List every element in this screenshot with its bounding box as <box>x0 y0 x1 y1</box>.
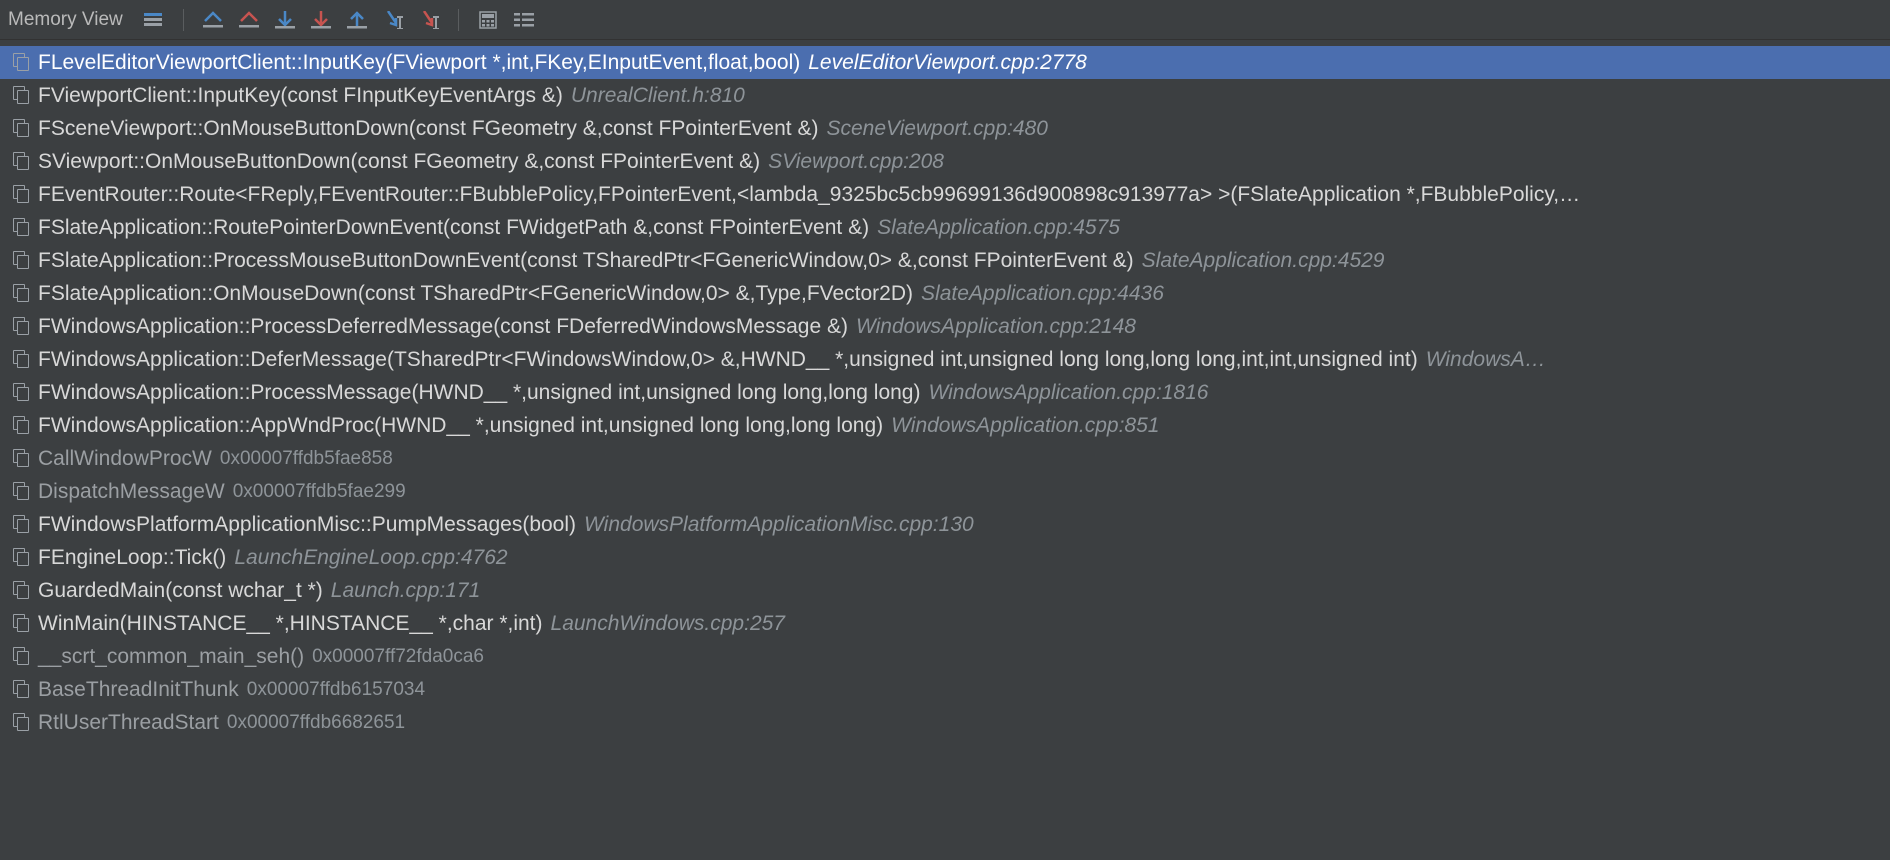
frame-function-text: FSlateApplication::RoutePointerDownEvent… <box>38 216 869 240</box>
frame-function-text: __scrt_common_main_seh() <box>38 645 304 669</box>
frame-function-text: GuardedMain(const wchar_t *) <box>38 579 323 603</box>
toolbar-divider <box>183 9 184 31</box>
frame-function-text: FEngineLoop::Tick() <box>38 546 226 570</box>
frame-icon <box>14 351 32 369</box>
frame-icon <box>14 54 32 72</box>
frame-address-text: 0x00007ffdb5fae299 <box>233 481 406 503</box>
frame-icon <box>14 318 32 336</box>
frame-location-text: LaunchWindows.cpp:257 <box>551 612 785 636</box>
frame-location-text: WindowsApplication.cpp:851 <box>891 414 1159 438</box>
frame-address-text: 0x00007ff72fda0ca6 <box>312 646 484 668</box>
frame-function-text: FSlateApplication::ProcessMouseButtonDow… <box>38 249 1134 273</box>
frame-location-text: LevelEditorViewport.cpp:2778 <box>808 51 1087 75</box>
stack-frame-row[interactable]: FEventRouter::Route<FReply,FEventRouter:… <box>0 178 1890 211</box>
frame-icon <box>14 648 32 666</box>
frame-function-text: BaseThreadInitThunk <box>38 678 239 702</box>
frame-location-text: WindowsApplication.cpp:2148 <box>856 315 1136 339</box>
frame-icon <box>14 582 32 600</box>
frame-icon <box>14 186 32 204</box>
frame-location-text: Launch.cpp:171 <box>331 579 480 603</box>
stack-frame-row[interactable]: FSlateApplication::RoutePointerDownEvent… <box>0 211 1890 244</box>
stack-frame-row[interactable]: FEngineLoop::Tick() LaunchEngineLoop.cpp:… <box>0 541 1890 574</box>
stack-frame-row[interactable]: FLevelEditorViewportClient::InputKey(FVi… <box>0 46 1890 79</box>
frame-location-text: SlateApplication.cpp:4575 <box>877 216 1120 240</box>
toolbar: Memory View <box>0 0 1890 40</box>
stack-frame-row[interactable]: FWindowsApplication::AppWndProc(HWND__ *… <box>0 409 1890 442</box>
frame-location-text: SlateApplication.cpp:4529 <box>1142 249 1385 273</box>
frame-icon <box>14 450 32 468</box>
frame-function-text: FWindowsPlatformApplicationMisc::PumpMes… <box>38 513 576 537</box>
stack-frame-row[interactable]: GuardedMain(const wchar_t *) Launch.cpp:1… <box>0 574 1890 607</box>
frame-icon <box>14 252 32 270</box>
frame-location-text: WindowsA… <box>1426 348 1546 372</box>
frame-function-text: RtlUserThreadStart <box>38 711 219 735</box>
frame-function-text: CallWindowProcW <box>38 447 212 471</box>
call-stack-list: FLevelEditorViewportClient::InputKey(FVi… <box>0 40 1890 739</box>
stack-frame-row[interactable]: FWindowsApplication::DeferMessage(TShare… <box>0 343 1890 376</box>
frame-function-text: FViewportClient::InputKey(const FInputKe… <box>38 84 563 108</box>
stack-frame-row[interactable]: __scrt_common_main_seh() 0x00007ff72fda0c… <box>0 640 1890 673</box>
frame-function-text: FSceneViewport::OnMouseButtonDown(const … <box>38 117 818 141</box>
frame-function-text: FWindowsApplication::AppWndProc(HWND__ *… <box>38 414 883 438</box>
frame-icon <box>14 120 32 138</box>
step-into-cursor-blue-icon[interactable] <box>376 5 410 35</box>
stack-frame-row[interactable]: FSlateApplication::ProcessMouseButtonDow… <box>0 244 1890 277</box>
stack-frame-row[interactable]: DispatchMessageW 0x00007ffdb5fae299 <box>0 475 1890 508</box>
frame-location-text: SlateApplication.cpp:4436 <box>921 282 1164 306</box>
frame-icon <box>14 87 32 105</box>
frame-function-text: FSlateApplication::OnMouseDown(const TSh… <box>38 282 913 306</box>
frame-icon <box>14 219 32 237</box>
frame-function-text: DispatchMessageW <box>38 480 225 504</box>
stack-lines-icon[interactable] <box>137 5 171 35</box>
frame-location-text: WindowsApplication.cpp:1816 <box>928 381 1208 405</box>
frame-address-text: 0x00007ffdb6157034 <box>247 679 425 701</box>
stack-frame-row[interactable]: RtlUserThreadStart 0x00007ffdb6682651 <box>0 706 1890 739</box>
frame-location-text: WindowsPlatformApplicationMisc.cpp:130 <box>584 513 974 537</box>
frame-icon <box>14 417 32 435</box>
frame-icon <box>14 516 32 534</box>
toolbar-divider <box>458 9 459 31</box>
frame-function-text: FEventRouter::Route<FReply,FEventRouter:… <box>38 183 1580 207</box>
stack-frame-row[interactable]: FSlateApplication::OnMouseDown(const TSh… <box>0 277 1890 310</box>
frame-function-text: FLevelEditorViewportClient::InputKey(FVi… <box>38 51 800 75</box>
frame-function-text: FWindowsApplication::ProcessMessage(HWND… <box>38 381 920 405</box>
frame-function-text: SViewport::OnMouseButtonDown(const FGeom… <box>38 150 760 174</box>
frame-icon <box>14 615 32 633</box>
frame-function-text: WinMain(HINSTANCE__ *,HINSTANCE__ *,char… <box>38 612 543 636</box>
stack-frame-row[interactable]: FWindowsApplication::ProcessMessage(HWND… <box>0 376 1890 409</box>
frame-location-text: LaunchEngineLoop.cpp:4762 <box>234 546 507 570</box>
frame-address-text: 0x00007ffdb6682651 <box>227 712 405 734</box>
stack-frame-row[interactable]: FSceneViewport::OnMouseButtonDown(const … <box>0 112 1890 145</box>
step-down-red-icon[interactable] <box>304 5 338 35</box>
step-into-cursor-red-icon[interactable] <box>412 5 446 35</box>
frame-location-text: SceneViewport.cpp:480 <box>826 117 1047 141</box>
stack-frame-row[interactable]: FWindowsPlatformApplicationMisc::PumpMes… <box>0 508 1890 541</box>
step-out-up-blue-icon[interactable] <box>196 5 230 35</box>
frame-function-text: FWindowsApplication::ProcessDeferredMess… <box>38 315 848 339</box>
step-out-up-red-icon[interactable] <box>232 5 266 35</box>
frame-location-text: SViewport.cpp:208 <box>768 150 944 174</box>
stack-frame-row[interactable]: SViewport::OnMouseButtonDown(const FGeom… <box>0 145 1890 178</box>
memory-view-label[interactable]: Memory View <box>4 9 135 31</box>
stack-frame-row[interactable]: CallWindowProcW 0x00007ffdb5fae858 <box>0 442 1890 475</box>
frame-location-text: UnrealClient.h:810 <box>571 84 745 108</box>
frame-icon <box>14 549 32 567</box>
frame-address-text: 0x00007ffdb5fae858 <box>220 448 393 470</box>
frame-icon <box>14 285 32 303</box>
frame-icon <box>14 483 32 501</box>
stack-frame-row[interactable]: WinMain(HINSTANCE__ *,HINSTANCE__ *,char… <box>0 607 1890 640</box>
frame-function-text: FWindowsApplication::DeferMessage(TShare… <box>38 348 1418 372</box>
frame-icon <box>14 153 32 171</box>
frame-icon <box>14 681 32 699</box>
list-indent-icon[interactable] <box>507 5 541 35</box>
frame-icon <box>14 714 32 732</box>
frame-icon <box>14 384 32 402</box>
stack-frame-row[interactable]: FWindowsApplication::ProcessDeferredMess… <box>0 310 1890 343</box>
step-up-blue-icon[interactable] <box>340 5 374 35</box>
stack-frame-row[interactable]: BaseThreadInitThunk 0x00007ffdb6157034 <box>0 673 1890 706</box>
stack-frame-row[interactable]: FViewportClient::InputKey(const FInputKe… <box>0 79 1890 112</box>
step-down-blue-icon[interactable] <box>268 5 302 35</box>
calculator-icon[interactable] <box>471 5 505 35</box>
